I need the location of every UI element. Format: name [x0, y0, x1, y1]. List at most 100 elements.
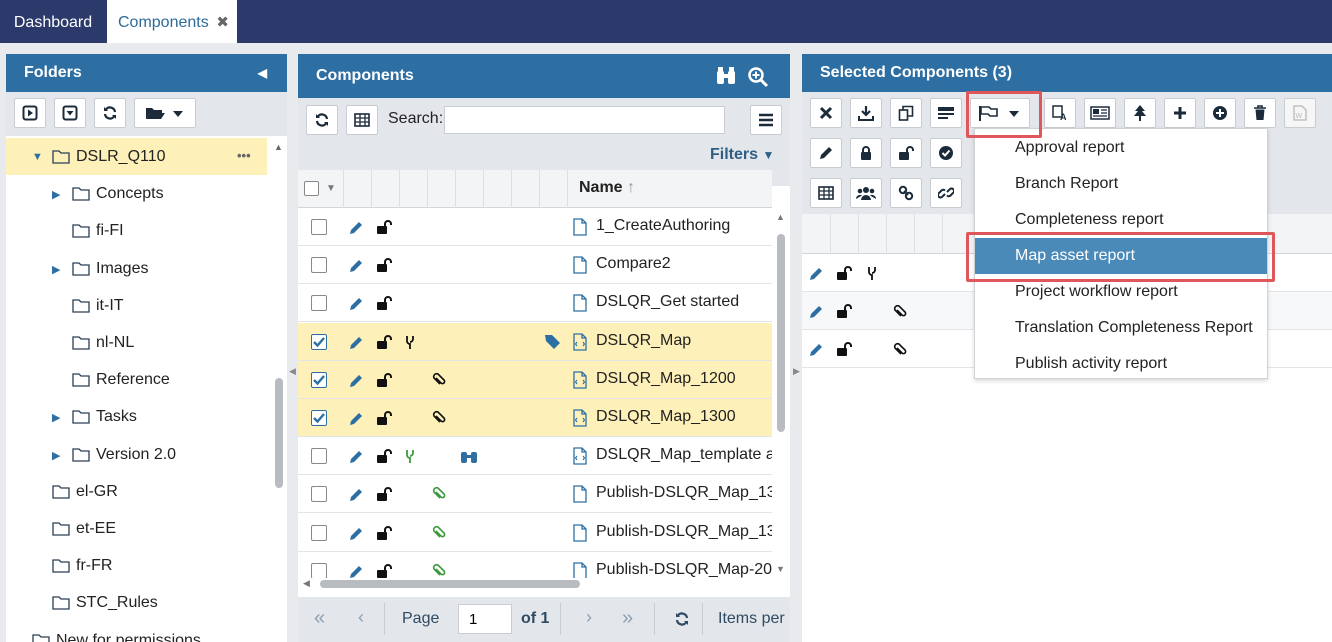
splitter-right[interactable]: ▶ [790, 54, 802, 642]
component-name[interactable]: DSLQR_Get started [596, 293, 739, 311]
component-name[interactable]: DSLQR_Map_1300 [596, 408, 736, 426]
delete-button[interactable] [1244, 98, 1276, 128]
edit-button[interactable] [810, 138, 842, 168]
prev-page-icon[interactable]: ‹ [358, 607, 364, 628]
page-input[interactable] [458, 604, 512, 634]
folder-actions-button[interactable] [134, 98, 196, 128]
folder-item[interactable]: nl-NL [6, 326, 267, 360]
first-page-icon[interactable]: « [314, 607, 325, 630]
pencil-icon[interactable] [349, 297, 363, 311]
remove-button[interactable] [810, 98, 842, 128]
folder-item[interactable]: el-GR [6, 475, 267, 509]
component-name[interactable]: Publish-DSLQR_Map_130 [596, 523, 772, 541]
table-row[interactable]: DSLQR_Get started [298, 284, 772, 323]
table-row[interactable]: Publish-DSLQR_Map_130 [298, 475, 772, 514]
row-checkbox[interactable] [311, 371, 327, 388]
word-export-button[interactable]: W [1284, 98, 1316, 128]
tab-dashboard[interactable]: Dashboard [0, 0, 106, 43]
pencil-icon[interactable] [349, 450, 363, 464]
pencil-icon[interactable] [809, 343, 823, 357]
collapse-panel-icon[interactable]: ◀ [258, 54, 267, 92]
download-button[interactable] [850, 98, 882, 128]
pencil-icon[interactable] [349, 565, 363, 579]
folder-item[interactable]: STC_Rules [6, 586, 267, 620]
table-row[interactable]: DSLQR_Map_template a [298, 437, 772, 476]
caret-right-icon[interactable]: ▶ [52, 411, 60, 424]
row-checkbox[interactable] [311, 486, 327, 503]
folder-item[interactable]: et-EE [6, 512, 267, 546]
search-input[interactable] [444, 106, 725, 134]
table-row[interactable]: DSLQR_Map [298, 322, 772, 361]
tree-view-button[interactable] [1124, 98, 1156, 128]
approve-button[interactable] [930, 138, 962, 168]
select-menu-caret-icon[interactable]: ▼ [326, 183, 336, 194]
folder-item[interactable]: fi-FI [6, 214, 267, 248]
pencil-icon[interactable] [809, 305, 823, 319]
menu-button[interactable] [750, 105, 782, 135]
menu-item-translation-completeness-report[interactable]: Translation Completeness Report [975, 310, 1267, 346]
add-button[interactable] [1164, 98, 1196, 128]
folders-scrollbar[interactable]: ▲ [274, 142, 284, 642]
component-name[interactable]: 1_CreateAuthoring [596, 217, 730, 235]
pencil-icon[interactable] [349, 336, 363, 350]
name-column-header[interactable]: Name ↑ [579, 179, 635, 197]
lock-button[interactable] [850, 138, 882, 168]
table-row[interactable]: DSLQR_Map_1300 [298, 399, 772, 437]
menu-item-branch-report[interactable]: Branch Report [975, 166, 1267, 202]
pencil-icon[interactable] [349, 374, 363, 388]
pencil-icon[interactable] [349, 527, 363, 541]
last-page-icon[interactable]: » [622, 607, 633, 630]
pencil-icon[interactable] [349, 488, 363, 502]
preview-button[interactable] [1084, 98, 1116, 128]
close-tab-icon[interactable]: ✖ [216, 0, 229, 45]
refresh-folders-button[interactable] [94, 98, 126, 128]
translate-button-2[interactable]: A [1044, 98, 1076, 128]
refresh-components-button[interactable] [306, 105, 338, 135]
pencil-icon[interactable] [349, 259, 363, 273]
menu-item-publish-activity-report[interactable]: Publish activity report [975, 346, 1267, 382]
pencil-icon[interactable] [349, 221, 363, 235]
table-view-button[interactable] [346, 105, 378, 135]
next-page-icon[interactable]: › [586, 607, 592, 628]
row-checkbox[interactable] [311, 448, 327, 465]
pencil-icon[interactable] [809, 267, 823, 281]
row-checkbox[interactable] [311, 219, 327, 235]
caret-right-icon[interactable]: ▶ [52, 263, 60, 276]
add-circle-button[interactable] [1204, 98, 1236, 128]
row-checkbox[interactable] [311, 295, 327, 312]
dropdown-box-button[interactable] [54, 98, 86, 128]
refresh-page-icon[interactable] [674, 611, 690, 627]
open-folder-button[interactable] [14, 98, 46, 128]
row-checkbox[interactable] [311, 333, 327, 350]
select-all-checkbox[interactable] [304, 181, 319, 196]
binoculars-icon[interactable] [715, 66, 737, 86]
component-name[interactable]: Compare2 [596, 255, 671, 273]
folder-more-icon[interactable]: ••• [237, 148, 251, 163]
folder-item[interactable]: ▶ Concepts [6, 177, 267, 211]
folder-item[interactable]: New for permissions [6, 624, 267, 642]
properties-button[interactable] [930, 98, 962, 128]
table-row[interactable]: Publish-DSLQR_Map_130 [298, 514, 772, 552]
component-name[interactable]: Publish-DSLQR_Map-202 [596, 561, 772, 579]
grid-button[interactable] [810, 178, 842, 208]
folder-item[interactable]: it-IT [6, 289, 267, 323]
component-name[interactable]: Publish-DSLQR_Map_130 [596, 484, 772, 502]
caret-right-icon[interactable]: ▶ [52, 188, 60, 201]
row-checkbox[interactable] [311, 562, 327, 579]
component-name[interactable]: DSLQR_Map_1200 [596, 370, 736, 388]
folder-item[interactable]: fr-FR [6, 549, 267, 583]
row-checkbox[interactable] [311, 257, 327, 274]
copy-button[interactable] [890, 98, 922, 128]
splitter-left[interactable]: ◀ [287, 54, 298, 642]
pencil-icon[interactable] [349, 412, 363, 426]
table-row[interactable]: Compare2 [298, 246, 772, 285]
components-hscrollbar[interactable]: ◀ [298, 578, 772, 590]
component-name[interactable]: DSLQR_Map_template a [596, 446, 772, 464]
folder-item[interactable]: ▶ Version 2.0 [6, 438, 267, 472]
tab-components[interactable]: Components ✖ [107, 0, 237, 43]
unlock-button[interactable] [890, 138, 922, 168]
link-button[interactable] [890, 178, 922, 208]
folder-item[interactable]: ▶ Images [6, 252, 267, 286]
component-name[interactable]: DSLQR_Map [596, 332, 691, 350]
users-button[interactable] [850, 178, 882, 208]
